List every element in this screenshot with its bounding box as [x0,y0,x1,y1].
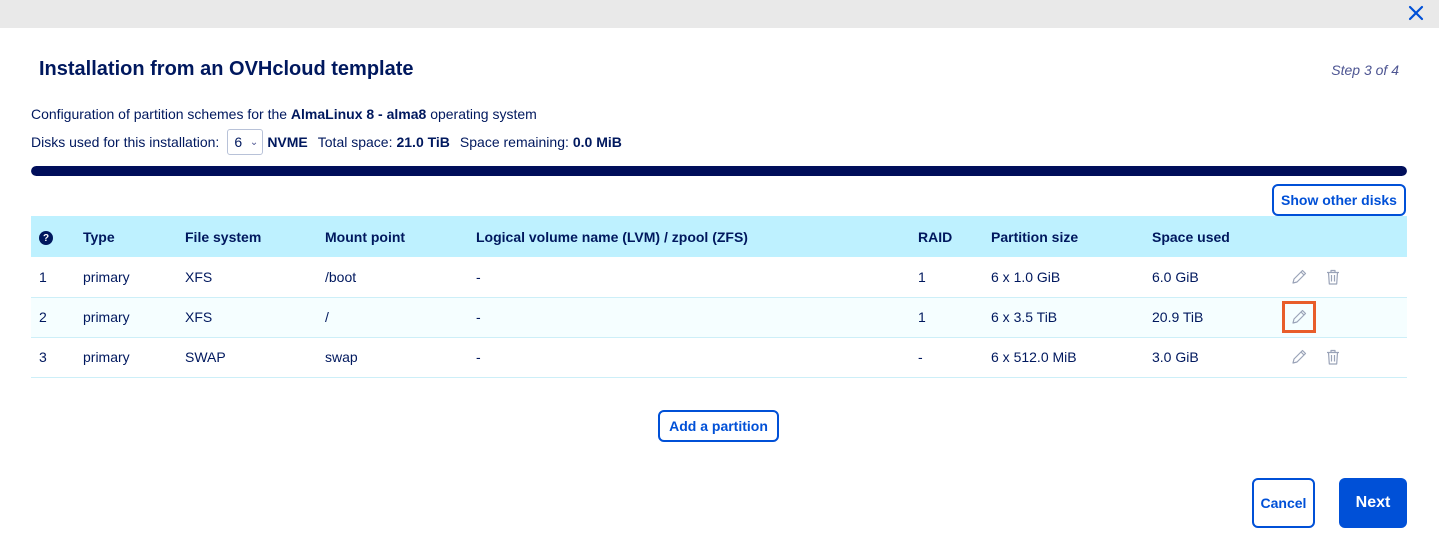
help-header: ? [31,216,83,257]
disks-count-select[interactable]: 6 ⌄ [227,129,264,155]
edit-pencil-icon[interactable] [1282,341,1316,373]
row-type: primary [83,337,185,378]
row-lvm: - [476,297,918,338]
add-partition-button[interactable]: Add a partition [658,410,779,442]
help-icon[interactable]: ? [39,231,53,246]
table-row: 2 primary XFS / - 1 6 x 3.5 TiB 20.9 TiB [31,297,1407,338]
row-mount-point: swap [325,337,476,378]
space-usage-fill [31,166,1407,176]
space-remaining-value: 0.0 MiB [572,134,622,150]
row-type: primary [83,257,185,298]
row-partition-size: 6 x 512.0 MiB [991,337,1152,378]
table-row: 1 primary XFS /boot - 1 6 x 1.0 GiB 6.0 … [31,257,1407,298]
config-suffix: operating system [426,106,537,122]
next-button[interactable]: Next [1339,478,1407,528]
total-space-label: Total space: [317,134,393,150]
config-prefix: Configuration of partition schemes for t… [31,106,291,122]
header-mount-point: Mount point [325,228,406,245]
table-row: 3 primary SWAP swap - - 6 x 512.0 MiB 3.… [31,337,1407,378]
edit-pencil-icon[interactable] [1282,301,1316,333]
step-indicator: Step 3 of 4 [1331,62,1399,78]
show-other-disks-button[interactable]: Show other disks [1272,184,1406,216]
total-space-value: 21.0 TiB [396,134,450,150]
chevron-down-icon: ⌄ [249,136,259,148]
header-space-used: Space used [1152,228,1230,245]
edit-pencil-icon[interactable] [1282,261,1316,293]
row-partition-size: 6 x 3.5 TiB [991,297,1152,338]
config-description: Configuration of partition schemes for t… [31,106,537,122]
row-type: primary [83,297,185,338]
header-raid: RAID [918,228,953,245]
row-lvm: - [476,257,918,298]
row-mount-point: /boot [325,257,476,298]
dialog-top-bar [0,0,1439,28]
row-space-used: 3.0 GiB [1152,337,1282,378]
disks-label: Disks used for this installation: [31,134,220,150]
header-actions [1282,216,1407,257]
cancel-button[interactable]: Cancel [1252,478,1315,528]
row-partition-size: 6 x 1.0 GiB [991,257,1152,298]
disk-type: NVME [267,134,308,150]
row-actions [1282,297,1407,338]
disks-info: Disks used for this installation: 6 ⌄ NV… [31,129,632,155]
row-actions [1282,257,1407,298]
row-file-system: XFS [185,297,325,338]
row-actions [1282,337,1407,378]
row-number: 1 [31,257,83,298]
row-space-used: 6.0 GiB [1152,257,1282,298]
trash-icon[interactable] [1316,261,1350,293]
close-icon[interactable] [1405,2,1427,24]
space-remaining-label: Space remaining: [459,134,569,150]
dialog-title: Installation from an OVHcloud template [39,58,414,80]
row-raid: - [918,337,991,378]
row-lvm: - [476,337,918,378]
row-raid: 1 [918,297,991,338]
row-number: 2 [31,297,83,338]
row-file-system: XFS [185,257,325,298]
table-header-row: ? Type File system Mount point Logical v… [31,216,1407,257]
os-name: AlmaLinux 8 - alma8 [290,106,427,122]
partition-table: ? Type File system Mount point Logical v… [31,216,1407,378]
space-usage-bar [31,166,1407,176]
row-raid: 1 [918,257,991,298]
header-lvm-zpool: Logical volume name (LVM) / zpool (ZFS) [476,228,748,245]
header-type: Type [83,228,115,245]
header-file-system: File system [185,228,262,245]
installation-dialog: Installation from an OVHcloud template S… [0,28,1439,552]
disks-count-value: 6 [234,134,243,150]
row-file-system: SWAP [185,337,325,378]
trash-icon[interactable] [1316,341,1350,373]
row-mount-point: / [325,297,476,338]
header-partition-size: Partition size [991,228,1079,245]
row-space-used: 20.9 TiB [1152,297,1282,338]
row-number: 3 [31,337,83,378]
